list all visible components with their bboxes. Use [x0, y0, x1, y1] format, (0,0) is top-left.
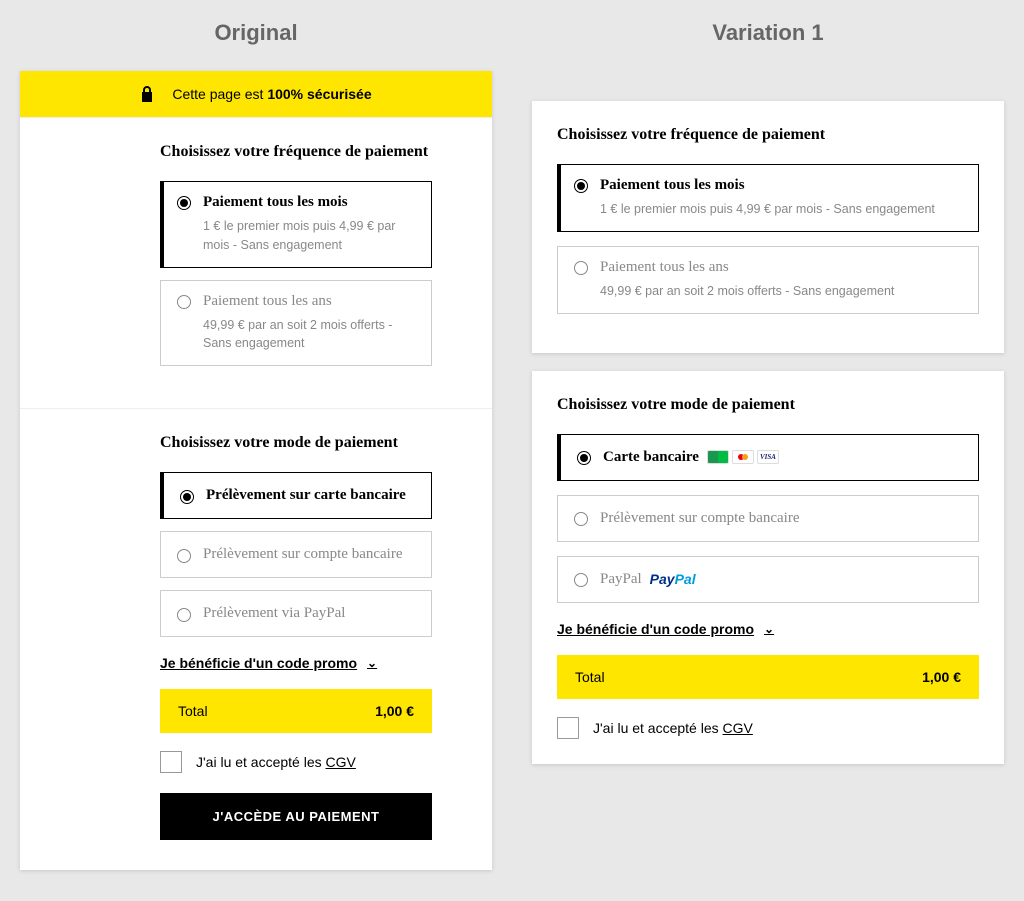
option-title: Paiement tous les mois	[600, 177, 962, 194]
frequency-heading: Choisissez votre fréquence de paiement	[160, 143, 432, 161]
radio-icon	[180, 490, 194, 504]
lock-icon	[140, 85, 154, 103]
original-column: Original Cette page est 100% sécurisée C…	[20, 20, 492, 881]
accept-checkbox[interactable]	[160, 751, 182, 773]
payment-mode-section: Choisissez votre mode de paiement Prélèv…	[20, 408, 492, 870]
frequency-option-yearly[interactable]: Paiement tous les ans 49,99 € par an soi…	[557, 246, 979, 314]
option-title: Paiement tous les ans	[203, 293, 415, 310]
cgv-link[interactable]: CGV	[723, 720, 753, 736]
radio-icon	[574, 512, 588, 526]
payment-option-card[interactable]: Carte bancaire VISA	[557, 434, 979, 481]
original-title: Original	[20, 20, 492, 46]
option-title: Prélèvement sur compte bancaire	[600, 510, 800, 527]
frequency-section: Choisissez votre fréquence de paiement P…	[532, 101, 1004, 353]
frequency-section: Choisissez votre fréquence de paiement P…	[20, 117, 492, 408]
option-desc: 1 € le premier mois puis 4,99 € par mois…	[203, 217, 415, 255]
radio-icon	[177, 295, 191, 309]
promo-code-link[interactable]: Je bénéficie d'un code promo ⌄	[557, 621, 979, 637]
accept-checkbox[interactable]	[557, 717, 579, 739]
radio-icon	[577, 451, 591, 465]
radio-icon	[574, 573, 588, 587]
chevron-down-icon: ⌄	[367, 656, 377, 670]
paypal-logo-icon: PayPal	[650, 571, 696, 587]
total-bar: Total 1,00 €	[160, 689, 432, 733]
payment-mode-heading: Choisissez votre mode de paiement	[557, 396, 979, 414]
payment-mode-heading: Choisissez votre mode de paiement	[160, 434, 432, 452]
total-label: Total	[178, 703, 208, 719]
radio-icon	[177, 196, 191, 210]
chevron-down-icon: ⌄	[764, 622, 774, 636]
option-title: Prélèvement sur carte bancaire	[206, 487, 406, 504]
option-title: Paiement tous les mois	[203, 194, 415, 211]
payment-option-paypal[interactable]: PayPal PayPal	[557, 556, 979, 603]
radio-icon	[574, 261, 588, 275]
accept-prefix: J'ai lu et accepté les	[196, 754, 326, 770]
promo-code-link[interactable]: Je bénéficie d'un code promo ⌄	[160, 655, 432, 671]
original-panel: Cette page est 100% sécurisée Choisissez…	[20, 71, 492, 870]
payment-option-bank[interactable]: Prélèvement sur compte bancaire	[160, 531, 432, 578]
secure-banner-prefix: Cette page est	[172, 86, 267, 102]
visa-card-icon: VISA	[757, 450, 779, 464]
secure-banner: Cette page est 100% sécurisée	[20, 71, 492, 117]
frequency-heading: Choisissez votre fréquence de paiement	[557, 126, 979, 144]
frequency-option-monthly[interactable]: Paiement tous les mois 1 € le premier mo…	[557, 164, 979, 232]
frequency-option-yearly[interactable]: Paiement tous les ans 49,99 € par an soi…	[160, 280, 432, 367]
variation1-column: Variation 1 Choisissez votre fréquence d…	[532, 20, 1004, 881]
radio-icon	[574, 179, 588, 193]
variation1-title: Variation 1	[532, 20, 1004, 46]
option-title: Carte bancaire	[603, 449, 699, 466]
radio-icon	[177, 608, 191, 622]
payment-option-paypal[interactable]: Prélèvement via PayPal	[160, 590, 432, 637]
accept-row: J'ai lu et accepté les CGV	[160, 751, 432, 773]
option-title: Prélèvement via PayPal	[203, 605, 345, 622]
option-desc: 49,99 € par an soit 2 mois offerts - San…	[600, 282, 962, 301]
option-desc: 1 € le premier mois puis 4,99 € par mois…	[600, 200, 962, 219]
payment-mode-section: Choisissez votre mode de paiement Carte …	[532, 371, 1004, 764]
cb-card-icon	[707, 450, 729, 464]
option-title: Paiement tous les ans	[600, 259, 962, 276]
submit-button[interactable]: J'ACCÈDE AU PAIEMENT	[160, 793, 432, 840]
accept-row: J'ai lu et accepté les CGV	[557, 717, 979, 739]
option-title: Prélèvement sur compte bancaire	[203, 546, 403, 563]
option-title: PayPal	[600, 571, 642, 588]
option-desc: 49,99 € par an soit 2 mois offerts - San…	[203, 316, 415, 354]
payment-option-bank[interactable]: Prélèvement sur compte bancaire	[557, 495, 979, 542]
total-amount: 1,00 €	[922, 669, 961, 685]
total-bar: Total 1,00 €	[557, 655, 979, 699]
mastercard-icon	[732, 450, 754, 464]
radio-icon	[177, 549, 191, 563]
total-label: Total	[575, 669, 605, 685]
secure-banner-bold: 100% sécurisée	[267, 86, 371, 102]
cgv-link[interactable]: CGV	[326, 754, 356, 770]
card-brand-icons: VISA	[707, 450, 779, 464]
frequency-option-monthly[interactable]: Paiement tous les mois 1 € le premier mo…	[160, 181, 432, 268]
total-amount: 1,00 €	[375, 703, 414, 719]
accept-prefix: J'ai lu et accepté les	[593, 720, 723, 736]
payment-option-card[interactable]: Prélèvement sur carte bancaire	[160, 472, 432, 519]
